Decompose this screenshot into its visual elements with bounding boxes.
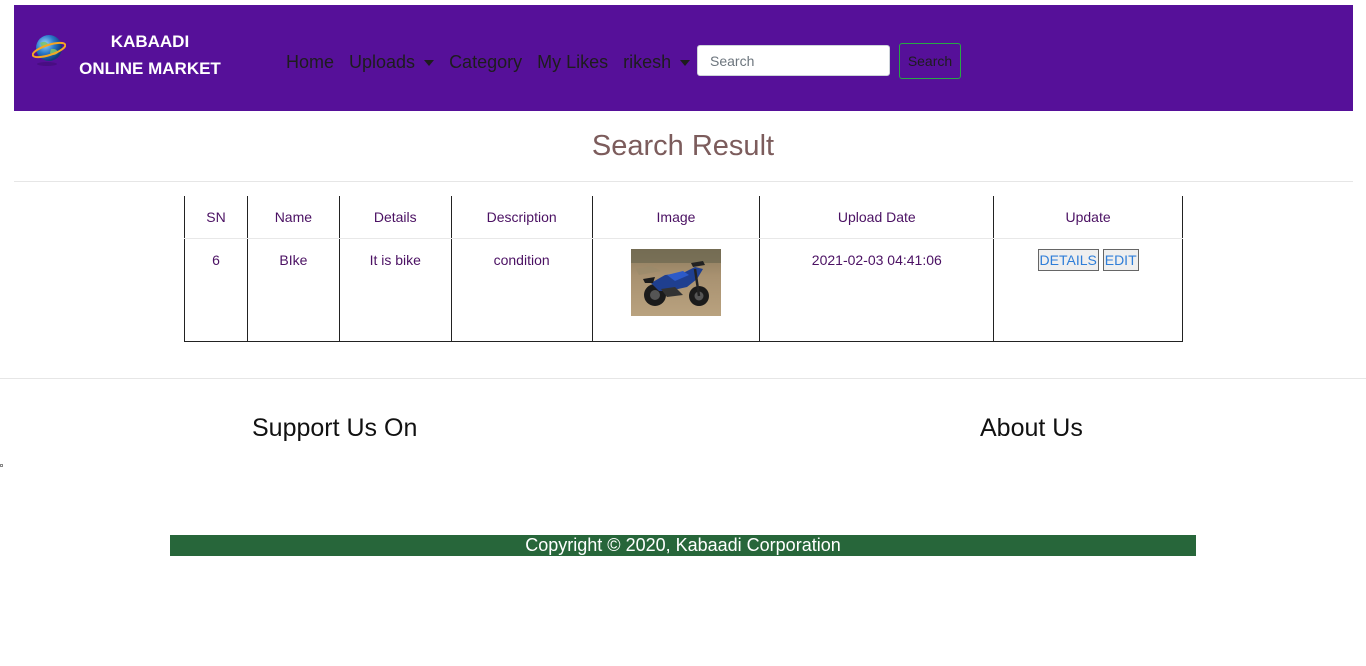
column-header-upload-date: Upload Date bbox=[759, 196, 995, 239]
table-header-row: SN Name Details Description Image Upload… bbox=[184, 196, 1183, 239]
cell-upload-date: 2021-02-03 04:41:06 bbox=[759, 238, 995, 342]
column-header-details: Details bbox=[338, 196, 452, 239]
results-table: SN Name Details Description Image Upload… bbox=[184, 196, 1183, 342]
page-title: Search Result bbox=[591, 130, 775, 162]
nav-user-dropdown[interactable]: rikesh bbox=[623, 51, 691, 73]
nav-home-label: Home bbox=[286, 52, 335, 72]
nav-links: Home Uploads Category My Likes rikesh bbox=[286, 51, 705, 73]
brand-name[interactable]: KABAADI ONLINE MARKET bbox=[70, 28, 230, 82]
cell-details: It is bike bbox=[338, 238, 452, 342]
column-header-sn: SN bbox=[184, 196, 248, 239]
edit-button[interactable]: EDIT bbox=[1102, 249, 1139, 271]
chevron-down-icon bbox=[424, 60, 435, 66]
nav-my-likes[interactable]: My Likes bbox=[537, 51, 608, 73]
cell-image bbox=[591, 238, 761, 342]
nav-category[interactable]: Category bbox=[449, 51, 522, 73]
cell-name: BIke bbox=[246, 238, 340, 342]
column-header-update: Update bbox=[993, 196, 1183, 239]
cell-sn: 6 bbox=[184, 238, 248, 342]
about-us-heading: About Us bbox=[980, 414, 1083, 442]
column-header-description: Description bbox=[450, 196, 593, 239]
chevron-down-icon bbox=[680, 60, 691, 66]
navbar: KABAADI ONLINE MARKET Home Uploads Categ… bbox=[14, 5, 1353, 111]
search-input[interactable] bbox=[697, 45, 890, 76]
cell-description: condition bbox=[450, 238, 593, 342]
broken-image-icon bbox=[0, 464, 3, 467]
search-button[interactable]: Search bbox=[899, 43, 961, 79]
copyright-bar: Copyright © 2020, Kabaadi Corporation bbox=[170, 535, 1196, 556]
brand-line2: ONLINE MARKET bbox=[79, 59, 221, 78]
cell-update: DETAILS EDIT bbox=[993, 238, 1183, 342]
globe-icon[interactable] bbox=[32, 31, 66, 67]
support-us-heading: Support Us On bbox=[252, 414, 418, 442]
nav-uploads-label: Uploads bbox=[349, 52, 416, 72]
footer-divider bbox=[0, 378, 1366, 379]
nav-uploads-dropdown[interactable]: Uploads bbox=[349, 51, 435, 73]
column-header-name: Name bbox=[246, 196, 340, 239]
brand-line1: KABAADI bbox=[110, 32, 190, 51]
details-button[interactable]: DETAILS bbox=[1037, 249, 1099, 271]
table-row: 6 BIke It is bike condition 2021-02-03 0… bbox=[184, 238, 1183, 342]
nav-user-label: rikesh bbox=[623, 52, 672, 72]
nav-category-label: Category bbox=[449, 52, 523, 72]
divider bbox=[14, 181, 1353, 182]
motorbike-image[interactable] bbox=[631, 249, 722, 316]
column-header-image: Image bbox=[591, 196, 761, 239]
nav-my-likes-label: My Likes bbox=[537, 52, 609, 72]
nav-home[interactable]: Home bbox=[286, 51, 334, 73]
